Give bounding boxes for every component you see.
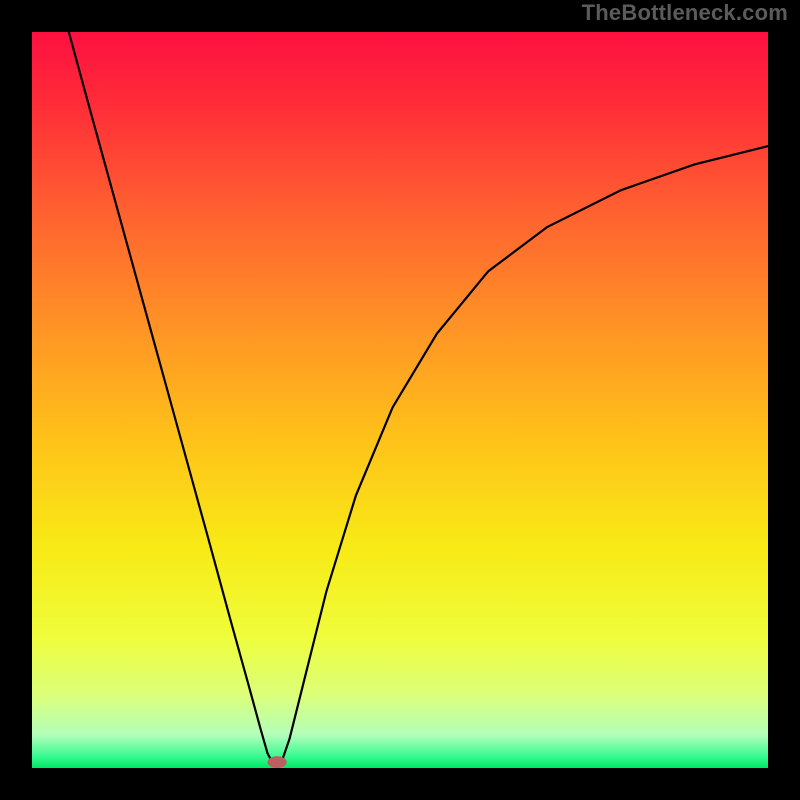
chart-svg <box>32 32 768 768</box>
watermark-text: TheBottleneck.com <box>582 0 788 26</box>
chart-container: TheBottleneck.com <box>0 0 800 800</box>
minimum-marker <box>268 756 287 768</box>
plot-area <box>32 32 768 768</box>
gradient-background <box>32 32 768 768</box>
